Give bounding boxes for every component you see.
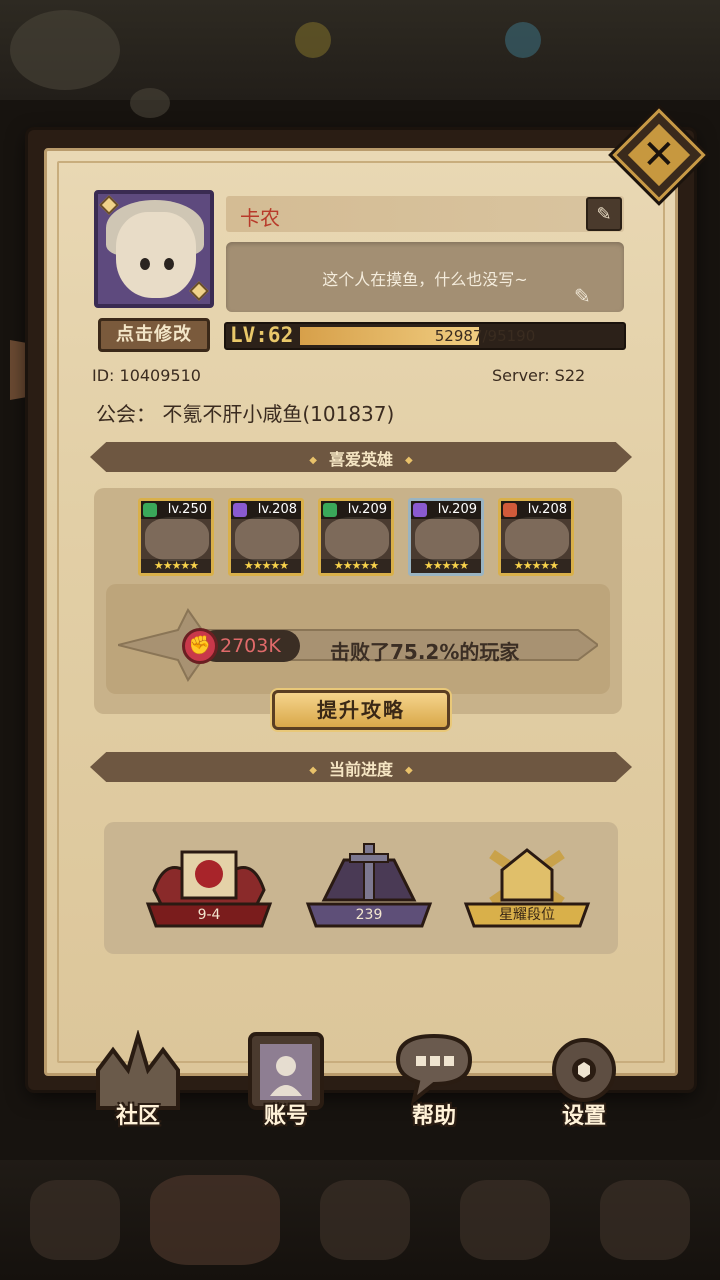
settings-button[interactable]: 设置 [534, 1030, 634, 1130]
star-rating-icon: ★★★★★ [231, 559, 301, 573]
signature-text: 这个人在摸鱼，什么也没写~ [322, 270, 528, 289]
player-name: 卡农 [240, 206, 280, 230]
fist-power-icon: ✊ [182, 628, 218, 664]
favorite-hero-slot[interactable]: lv.209 ★★★★★ [408, 498, 484, 576]
edit-signature-icon[interactable]: ✎ [574, 284, 591, 308]
progress-title: 当前进度 [90, 756, 632, 780]
edit-name-button[interactable]: ✎ [586, 197, 622, 231]
help-button[interactable]: 帮助 [384, 1030, 484, 1130]
community-button[interactable]: 社区 [88, 1028, 188, 1130]
hero-portrait [235, 517, 299, 561]
community-label: 社区 [115, 1104, 160, 1129]
name-bar [226, 196, 624, 232]
exp-text: 52987/95190 [434, 327, 536, 345]
favorite-heroes-title: 喜爱英雄 [90, 446, 632, 470]
tower-badge: 239 [355, 907, 383, 923]
hero-portrait [145, 517, 209, 561]
account-label: 账号 [263, 1104, 308, 1129]
star-rating-icon: ★★★★★ [321, 559, 391, 573]
game-background-top [0, 0, 720, 118]
server-text: Server: S22 [492, 366, 586, 385]
guild-text: 公会： 不氪不肝小咸鱼(101837) [96, 402, 395, 426]
edit-avatar-button[interactable]: 点击修改 [98, 318, 210, 352]
avatar[interactable] [94, 190, 214, 308]
campaign-badge: 9-4 [197, 907, 221, 923]
help-label: 帮助 [411, 1104, 456, 1129]
defeat-text: 击败了75.2%的玩家 [330, 640, 520, 664]
favorite-hero-slot[interactable]: lv.208 ★★★★★ [228, 498, 304, 576]
hero-portrait [505, 517, 569, 561]
star-rating-icon: ★★★★★ [411, 559, 481, 573]
corner-gem-icon [189, 281, 209, 301]
favorite-hero-slot[interactable]: lv.208 ★★★★★ [498, 498, 574, 576]
hero-portrait [415, 517, 479, 561]
close-icon: ✕ [642, 131, 676, 178]
arena-progress[interactable]: 星耀段位 [462, 840, 592, 932]
favorite-hero-slot[interactable]: lv.250 ★★★★★ [138, 498, 214, 576]
campaign-progress[interactable]: 9-4 [144, 840, 274, 932]
element-icon [323, 503, 337, 517]
arena-badge: 星耀段位 [499, 907, 555, 923]
element-icon [143, 503, 157, 517]
player-id: ID: 10409510 [92, 366, 201, 385]
account-button[interactable]: 账号 [236, 1030, 336, 1130]
tower-progress[interactable]: 239 [304, 840, 434, 932]
element-icon [233, 503, 247, 517]
element-icon [503, 503, 517, 517]
game-background-bottom [0, 1160, 720, 1280]
improve-strategy-button[interactable]: 提升攻略 [272, 690, 450, 730]
favorite-hero-slot[interactable]: lv.209 ★★★★★ [318, 498, 394, 576]
settings-label: 设置 [561, 1104, 606, 1129]
hero-portrait [325, 517, 389, 561]
star-rating-icon: ★★★★★ [501, 559, 571, 573]
star-rating-icon: ★★★★★ [141, 559, 211, 573]
pencil-icon: ✎ [596, 203, 612, 225]
element-icon [413, 503, 427, 517]
